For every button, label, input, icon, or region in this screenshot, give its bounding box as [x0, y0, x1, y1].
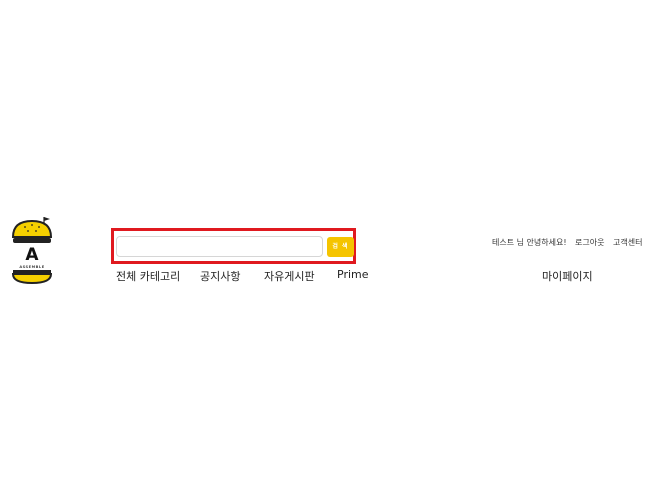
- nav-item-free-board[interactable]: 자유게시판: [264, 268, 315, 284]
- logo-wordmark: ASSEMBLE: [19, 265, 44, 269]
- nav-item-notices[interactable]: 공지사항: [200, 268, 240, 284]
- user-greeting: 테스트 님 안녕하세요!: [492, 238, 567, 247]
- logo-letter: A: [25, 245, 39, 265]
- mypage-link[interactable]: 마이페이지: [542, 268, 593, 284]
- nav-item-prime[interactable]: Prime: [337, 268, 369, 281]
- burger-logo-icon[interactable]: A ASSEMBLE: [8, 212, 56, 288]
- logout-link[interactable]: 로그아웃: [575, 237, 604, 248]
- nav-item-all-categories[interactable]: 전체 카테고리: [116, 268, 180, 284]
- search-button[interactable]: 검 색: [327, 237, 354, 257]
- search-input[interactable]: [116, 236, 323, 257]
- support-link[interactable]: 고객센터: [613, 237, 642, 248]
- page: A ASSEMBLE 검 색 전체 카테고리 공지사항 자유게시판 Prime …: [0, 0, 660, 500]
